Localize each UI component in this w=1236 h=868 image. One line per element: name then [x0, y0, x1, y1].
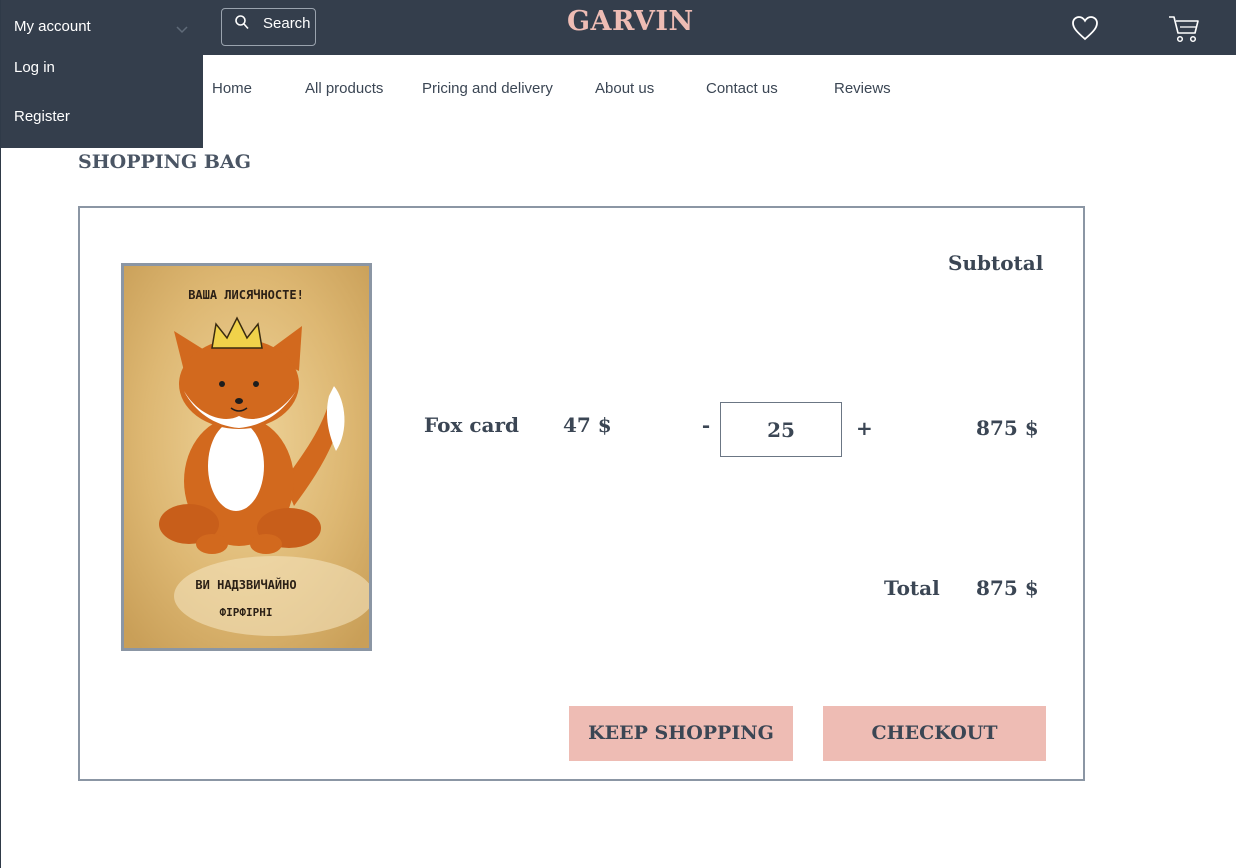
- cart-button[interactable]: [1167, 13, 1201, 45]
- fox-card-image[interactable]: ВАША ЛИСЯЧНОСТЕ! ВИ НАДЗВИЧАЙНО ФІРФІРНІ: [121, 263, 372, 651]
- image-text-bottom-1: ВИ НАДЗВИЧАЙНО: [195, 577, 296, 592]
- nav-contact-us[interactable]: Contact us: [706, 80, 778, 97]
- quantity-decrease-button[interactable]: -: [699, 413, 713, 437]
- nav-all-products[interactable]: All products: [305, 80, 383, 97]
- nav-pricing-and-delivery[interactable]: Pricing and delivery: [422, 80, 553, 97]
- heart-icon: [1070, 16, 1100, 46]
- my-account-label: My account: [14, 18, 91, 35]
- quantity-input[interactable]: [720, 402, 842, 457]
- quantity-increase-button[interactable]: +: [856, 416, 873, 440]
- keep-shopping-button[interactable]: KEEP SHOPPING: [569, 706, 793, 761]
- account-dropdown: My account Log in Register: [1, 0, 203, 148]
- favorites-button[interactable]: [1070, 14, 1100, 42]
- chevron-down-icon: [175, 21, 189, 38]
- login-menu-item[interactable]: Log in: [14, 59, 55, 76]
- search-label: Search: [263, 15, 311, 32]
- my-account-toggle[interactable]: My account: [14, 18, 194, 40]
- image-text-top: ВАША ЛИСЯЧНОСТЕ!: [188, 288, 304, 302]
- site-logo[interactable]: GARVIN: [567, 6, 694, 37]
- total-label: Total: [884, 576, 940, 600]
- search-icon: [234, 14, 250, 36]
- subtotal-heading: Subtotal: [948, 251, 1044, 275]
- item-subtotal: 875 $: [976, 416, 1039, 440]
- checkout-button[interactable]: CHECKOUT: [823, 706, 1046, 761]
- product-name[interactable]: Fox card: [424, 413, 519, 437]
- register-menu-item[interactable]: Register: [14, 108, 70, 125]
- product-price: 47 $: [563, 413, 612, 437]
- cart-icon: [1167, 16, 1201, 49]
- nav-about-us[interactable]: About us: [595, 80, 654, 97]
- nav-reviews[interactable]: Reviews: [834, 80, 891, 97]
- total-value: 875 $: [976, 576, 1039, 600]
- image-text-bottom-2: ФІРФІРНІ: [220, 606, 273, 619]
- nav-home[interactable]: Home: [212, 80, 252, 97]
- search-button[interactable]: Search: [221, 8, 316, 46]
- page-title: SHOPPING BAG: [78, 151, 251, 173]
